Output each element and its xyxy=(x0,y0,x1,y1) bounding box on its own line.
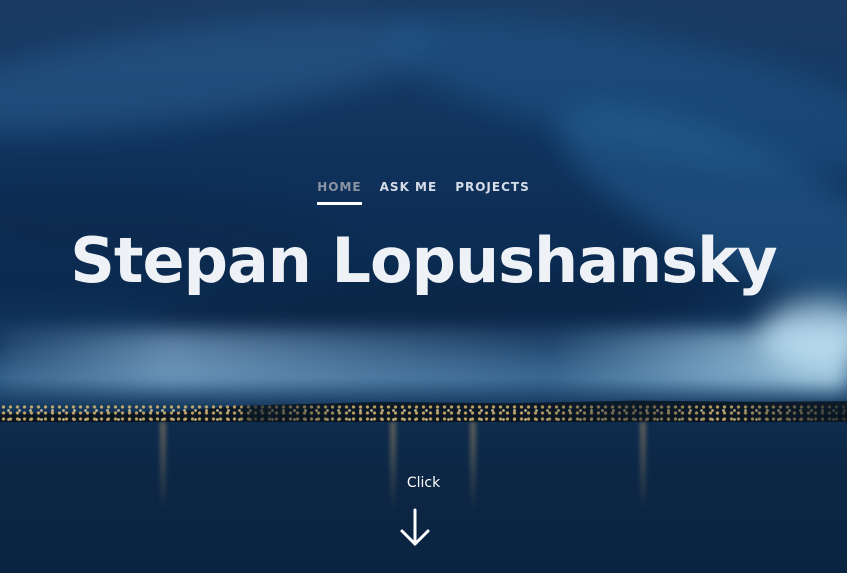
city-lights xyxy=(0,404,847,422)
nav-projects[interactable]: PROJECTS xyxy=(455,180,530,202)
arrow-down-icon[interactable] xyxy=(399,508,431,548)
light-reflection xyxy=(640,422,646,512)
light-reflection xyxy=(470,422,476,512)
click-label[interactable]: Click xyxy=(407,475,440,491)
scroll-cta: Click xyxy=(0,472,847,491)
light-reflection xyxy=(390,422,396,512)
cloud-streak xyxy=(0,0,444,156)
main-nav: HOME ASK ME PROJECTS xyxy=(0,180,847,205)
page-title: Stepan Lopushansky xyxy=(70,224,777,297)
water xyxy=(0,422,847,573)
horizon-glow xyxy=(0,330,847,390)
nav-ask-me[interactable]: ASK ME xyxy=(380,180,438,202)
nav-home[interactable]: HOME xyxy=(317,180,363,205)
light-reflection xyxy=(160,422,166,512)
hero-section: HOME ASK ME PROJECTS Stepan Lopushansky … xyxy=(0,0,847,573)
